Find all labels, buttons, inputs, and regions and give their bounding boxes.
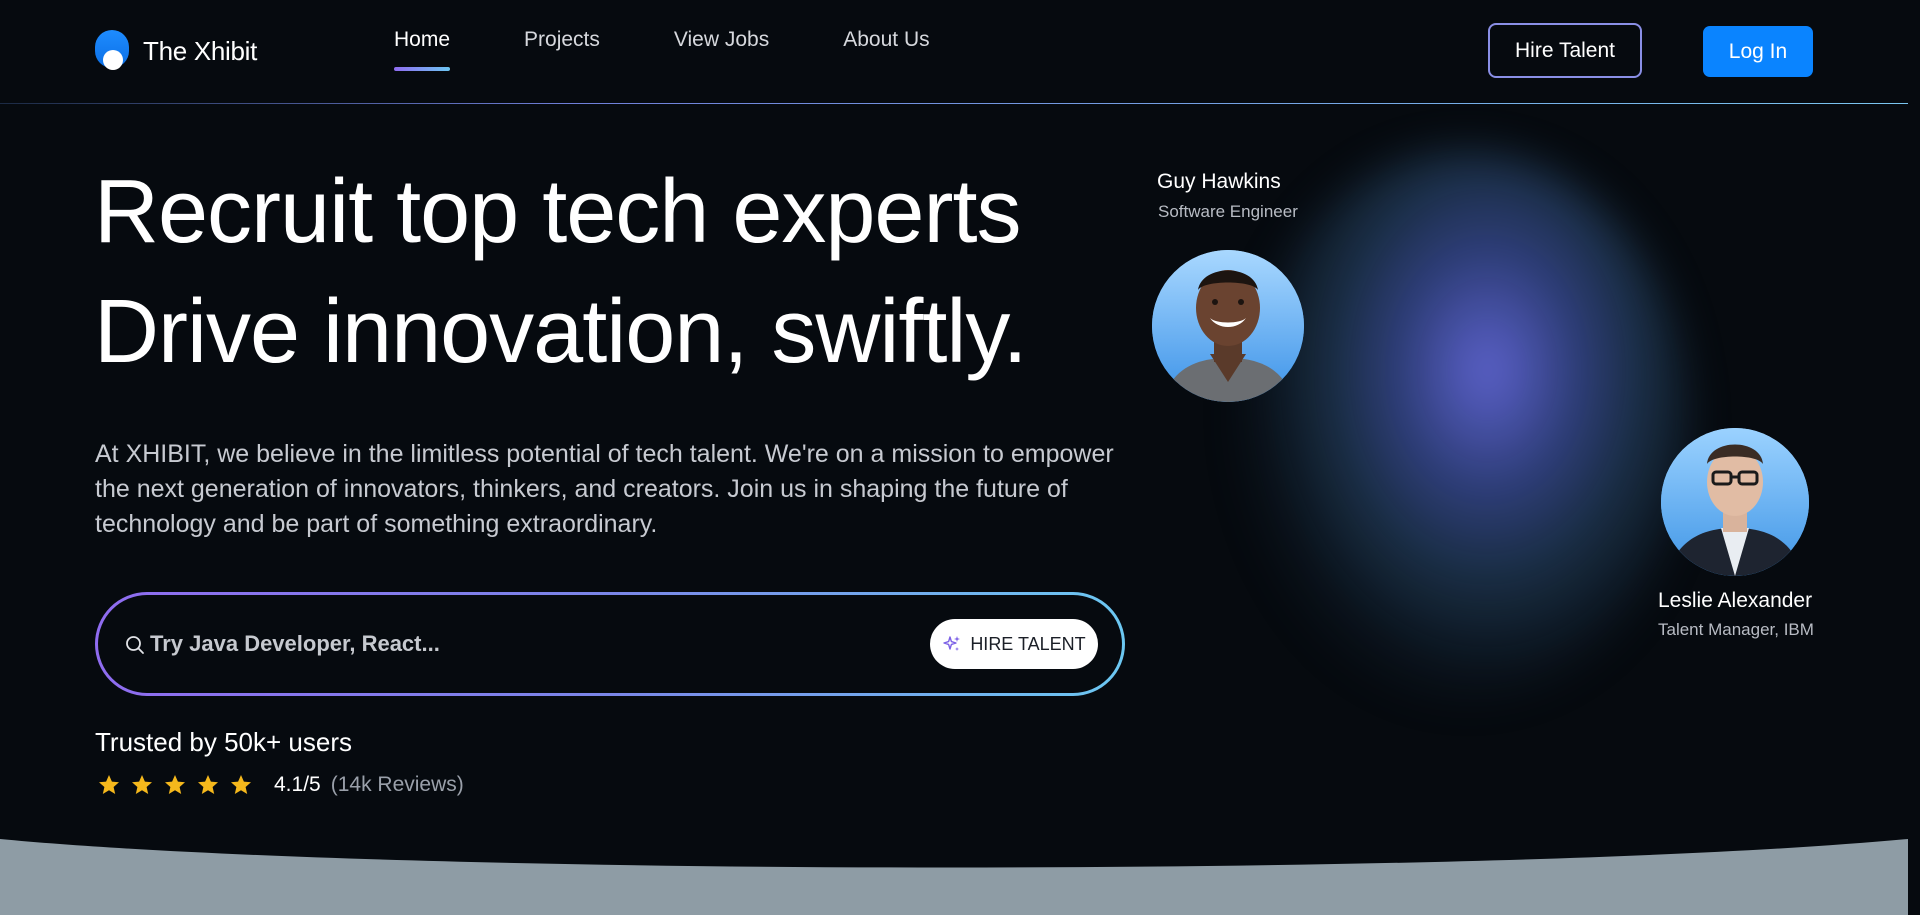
star-icon: [132, 775, 152, 794]
nav-link-home[interactable]: Home: [394, 28, 451, 74]
sparkle-icon: [943, 636, 961, 651]
star-icon: [99, 775, 119, 794]
search-icon: [126, 636, 144, 654]
nav-divider: [0, 103, 1908, 104]
rating-score: 4.1/5: [274, 773, 321, 796]
rating-row: 4.1/5 (14k Reviews): [97, 773, 464, 797]
brand-name: The Xhibit: [143, 35, 258, 66]
nav-link-label: Projects: [524, 28, 600, 51]
background-glow: [1240, 150, 1690, 700]
nav-link-label: About Us: [843, 28, 930, 51]
nav-link-label: View Jobs: [673, 28, 770, 51]
hero-headline: Recruit top tech experts Drive innovatio…: [94, 152, 1028, 392]
login-button[interactable]: Log In: [1703, 26, 1813, 77]
nav-links: Home Projects View Jobs About Us: [394, 28, 1004, 74]
search-button-label: HIRE TALENT: [970, 633, 1086, 654]
avatar-leslie: [1661, 428, 1809, 576]
hire-talent-button[interactable]: Hire Talent: [1488, 23, 1642, 78]
star-icon: [231, 775, 251, 794]
person-name-guy: Guy Hawkins: [1157, 170, 1281, 193]
hero-intro: At XHIBIT, we believe in the limitless p…: [95, 440, 1114, 538]
landing-page: The Xhibit Home Projects View Jobs About…: [0, 0, 1920, 915]
search-hire-talent-button[interactable]: HIRE TALENT: [930, 619, 1098, 669]
headline-line-2: Drive innovation, swiftly.: [94, 282, 1028, 382]
search-input[interactable]: [150, 623, 890, 665]
nav-link-view-jobs[interactable]: View Jobs: [674, 28, 769, 74]
active-indicator: [394, 67, 451, 71]
star-icon: [165, 775, 185, 794]
headline-line-1: Recruit top tech experts: [94, 162, 1021, 262]
brand-logo[interactable]: The Xhibit: [95, 30, 257, 72]
star-icon: [198, 775, 218, 794]
avatar-guy: [1152, 250, 1304, 402]
nav-link-label: Home: [394, 28, 451, 51]
talent-search-bar: HIRE TALENT: [95, 592, 1125, 696]
top-navigation: The Xhibit Home Projects View Jobs About…: [0, 0, 1908, 104]
trusted-heading: Trusted by 50k+ users: [95, 727, 352, 757]
person-role-leslie: Talent Manager, IBM: [1658, 620, 1814, 639]
nav-link-projects[interactable]: Projects: [524, 28, 600, 74]
nav-link-about-us[interactable]: About Us: [843, 28, 929, 74]
search-inner: HIRE TALENT: [98, 595, 1122, 693]
logo-icon: [95, 30, 129, 72]
bottom-section-band: [0, 839, 1908, 915]
person-role-guy: Software Engineer: [1158, 202, 1298, 221]
person-name-leslie: Leslie Alexander: [1658, 589, 1813, 612]
review-count: (14k Reviews): [330, 773, 464, 796]
